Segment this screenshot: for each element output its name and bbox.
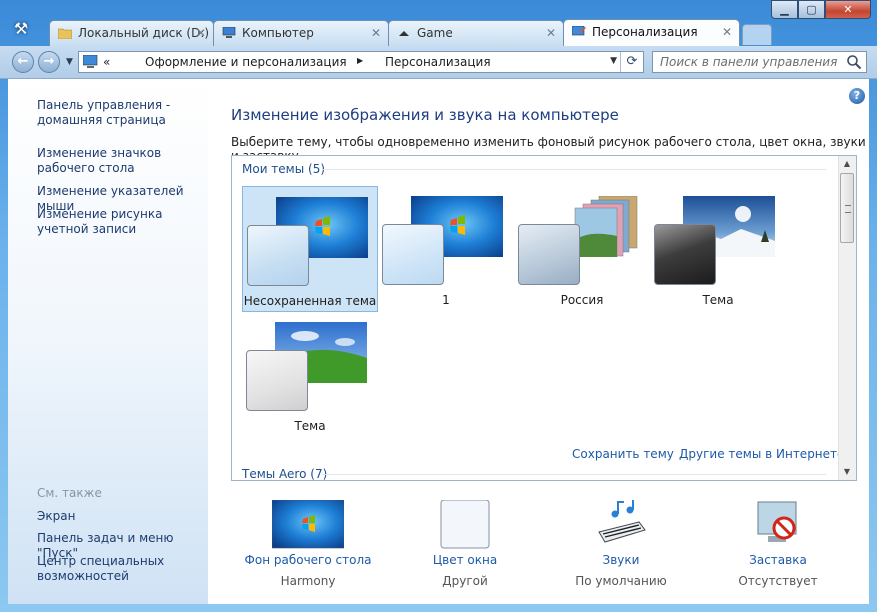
vertical-scrollbar[interactable]: ▲ ▼ [838,156,856,480]
refresh-button[interactable]: ⟳ [620,52,643,72]
folder-icon [399,31,409,36]
group-aero-themes: Темы Aero (7) [242,467,328,481]
minimize-button[interactable]: ▁ [771,0,798,19]
maximize-button[interactable]: ▢ [798,0,825,19]
new-tab-button[interactable] [742,24,772,45]
setting-value: Другой [442,574,488,588]
sidebar-link-desktop-icons[interactable]: Изменение значков рабочего стола [37,146,207,176]
wrench-icon[interactable]: ⚒ [10,18,32,40]
setting-label: Заставка [749,553,807,567]
scroll-thumb[interactable] [840,173,854,243]
forward-button[interactable]: → [38,51,60,73]
setting-label: Фон рабочего стола [244,553,372,567]
search-input[interactable] [653,52,846,72]
breadcrumb-overflow[interactable]: « [103,55,110,69]
group-divider [322,169,826,170]
navigation-bar: ← → ▼ « Оформление и персонализация ▶ Пе… [0,46,877,79]
scroll-up-button[interactable]: ▲ [839,156,855,172]
setting-label: Звуки [602,553,640,567]
close-icon[interactable]: ✕ [546,21,556,46]
tab-label: Персонализация [592,25,698,39]
sidebar-link-ease-of-access[interactable]: Центр специальных возможностей [37,554,207,584]
back-button[interactable]: ← [12,51,34,73]
tab-label: Локальный диск (D:) [78,26,210,40]
desktop-background-icon [271,499,345,549]
more-themes-online-link[interactable]: Другие темы в Интернете [679,447,844,461]
control-panel-icon [83,55,98,68]
control-panel-icon [572,26,586,36]
setting-label: Цвет окна [432,553,498,567]
window-color-swatch [247,225,309,286]
tab-game[interactable]: Game ✕ [388,20,564,46]
window-color-swatch [246,350,308,411]
main-content: ? Изменение изображения и звука на компь… [208,79,869,604]
scroll-down-button[interactable]: ▼ [839,464,855,480]
page-title: Изменение изображения и звука на компьют… [231,106,619,124]
chevron-right-icon[interactable]: ▶ [357,56,363,65]
theme-label: Тема [294,419,326,433]
sidebar-link-account-picture[interactable]: Изменение рисунка учетной записи [37,207,207,237]
close-window-button[interactable]: ✕ [825,0,871,19]
sidebar: Панель управления - домашняя страница Из… [8,79,208,604]
save-theme-link[interactable]: Сохранить тему [572,447,674,461]
address-bar[interactable]: « Оформление и персонализация ▶ Персонал… [78,51,644,73]
theme-item-1[interactable]: 1 [378,186,514,312]
theme-item-tema-2[interactable]: Тема [242,312,378,438]
group-divider [322,474,826,475]
window-color-icon [440,499,490,549]
close-icon[interactable]: ✕ [196,21,206,46]
search-icon[interactable] [846,54,862,70]
setting-value: Harmony [280,574,336,588]
see-also-heading: См. также [37,486,102,500]
chevron-down-icon[interactable]: ▼ [610,56,617,66]
tab-personalization[interactable]: Персонализация ✕ [563,19,740,46]
theme-item-tema-1[interactable]: Тема [650,186,786,312]
screensaver-icon [757,501,797,542]
search-box [652,51,867,73]
help-icon[interactable]: ? [849,88,865,104]
close-icon[interactable]: ✕ [722,20,732,45]
setting-sounds[interactable]: Звуки По умолчанию [551,500,691,588]
tab-label: Game [417,26,453,40]
window-color-swatch [654,224,716,285]
theme-label: Россия [560,293,604,307]
setting-screensaver[interactable]: Заставка Отсутствует [708,500,848,588]
window-color-swatch [382,224,444,285]
window-color-swatch [518,224,580,285]
tab-label: Компьютер [242,26,314,40]
sounds-icon [598,500,646,543]
theme-list[interactable]: Мои темы (5) Несохраненная тема 1 Россия… [231,155,857,481]
group-my-themes: Мои темы (5) [242,162,326,176]
close-icon[interactable]: ✕ [371,21,381,46]
scroll-grip [845,205,851,213]
window-controls: ▁ ▢ ✕ [771,0,871,20]
recent-pages-dropdown[interactable]: ▼ [66,57,73,67]
theme-label: Несохраненная тема [243,294,377,308]
breadcrumb-personalization[interactable]: Персонализация [385,55,491,69]
folder-icon [58,28,72,39]
breadcrumb-appearance[interactable]: Оформление и персонализация [145,55,347,69]
theme-item-unsaved[interactable]: Несохраненная тема [242,186,378,312]
setting-value: По умолчанию [575,574,667,588]
setting-desktop-background[interactable]: Фон рабочего стола Harmony [238,499,378,588]
theme-label: Тема [702,293,734,307]
theme-label: 1 [442,293,450,307]
setting-window-color[interactable]: Цвет окна Другой [395,499,535,588]
title-bar: ⚒ Локальный диск (D:) ✕ Компьютер ✕ Game… [0,0,877,46]
tab-computer[interactable]: Компьютер ✕ [213,20,389,46]
tab-local-disk[interactable]: Локальный диск (D:) ✕ [49,20,214,46]
sidebar-link-control-panel-home[interactable]: Панель управления - домашняя страница [37,98,207,128]
sidebar-link-display[interactable]: Экран [37,509,207,524]
setting-value: Отсутствует [738,574,818,588]
theme-item-russia[interactable]: Россия [514,186,650,312]
computer-icon [222,27,236,38]
